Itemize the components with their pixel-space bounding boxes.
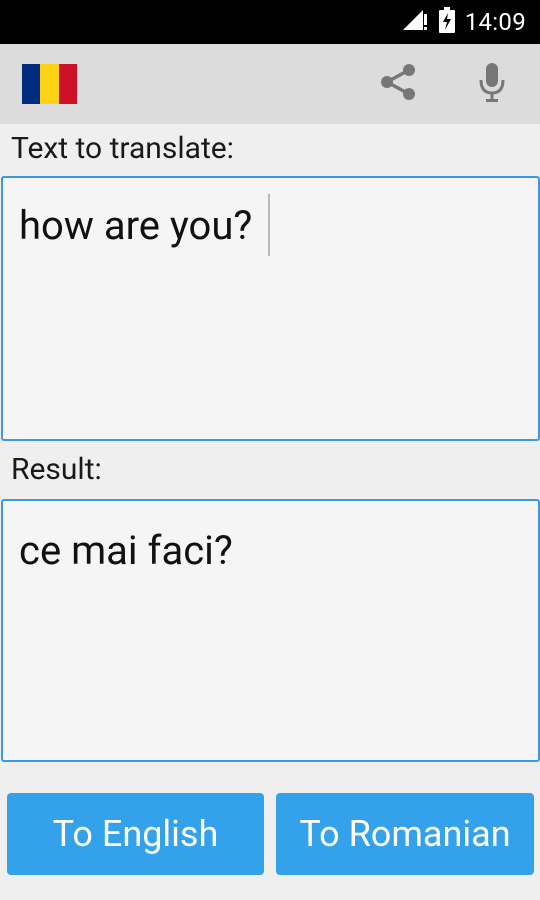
to-romanian-button[interactable]: To Romanian bbox=[276, 793, 534, 875]
source-text-input[interactable]: how are you? bbox=[1, 176, 540, 441]
app-bar bbox=[0, 44, 540, 124]
flag-stripe-yellow bbox=[40, 64, 59, 104]
voice-input-button[interactable] bbox=[468, 60, 516, 108]
result-label: Result: bbox=[11, 452, 102, 487]
battery-charging-icon bbox=[438, 7, 455, 37]
result-text-value: ce mai faci? bbox=[19, 527, 233, 574]
status-icons: 14:09 bbox=[401, 0, 526, 44]
share-button[interactable] bbox=[374, 60, 422, 108]
share-icon bbox=[378, 62, 418, 106]
result-text-field[interactable]: ce mai faci? bbox=[1, 499, 540, 762]
microphone-icon bbox=[477, 61, 507, 107]
flag-stripe-blue bbox=[22, 64, 41, 104]
signal-icon bbox=[401, 8, 429, 36]
to-english-button[interactable]: To English bbox=[7, 793, 264, 875]
source-text-value: how are you? bbox=[19, 202, 253, 249]
status-time: 14:09 bbox=[464, 8, 526, 36]
flag-stripe-red bbox=[58, 64, 77, 104]
source-label: Text to translate: bbox=[11, 131, 234, 166]
romania-flag-icon[interactable] bbox=[22, 64, 77, 104]
status-bar: 14:09 bbox=[0, 0, 540, 44]
text-cursor bbox=[268, 194, 270, 256]
